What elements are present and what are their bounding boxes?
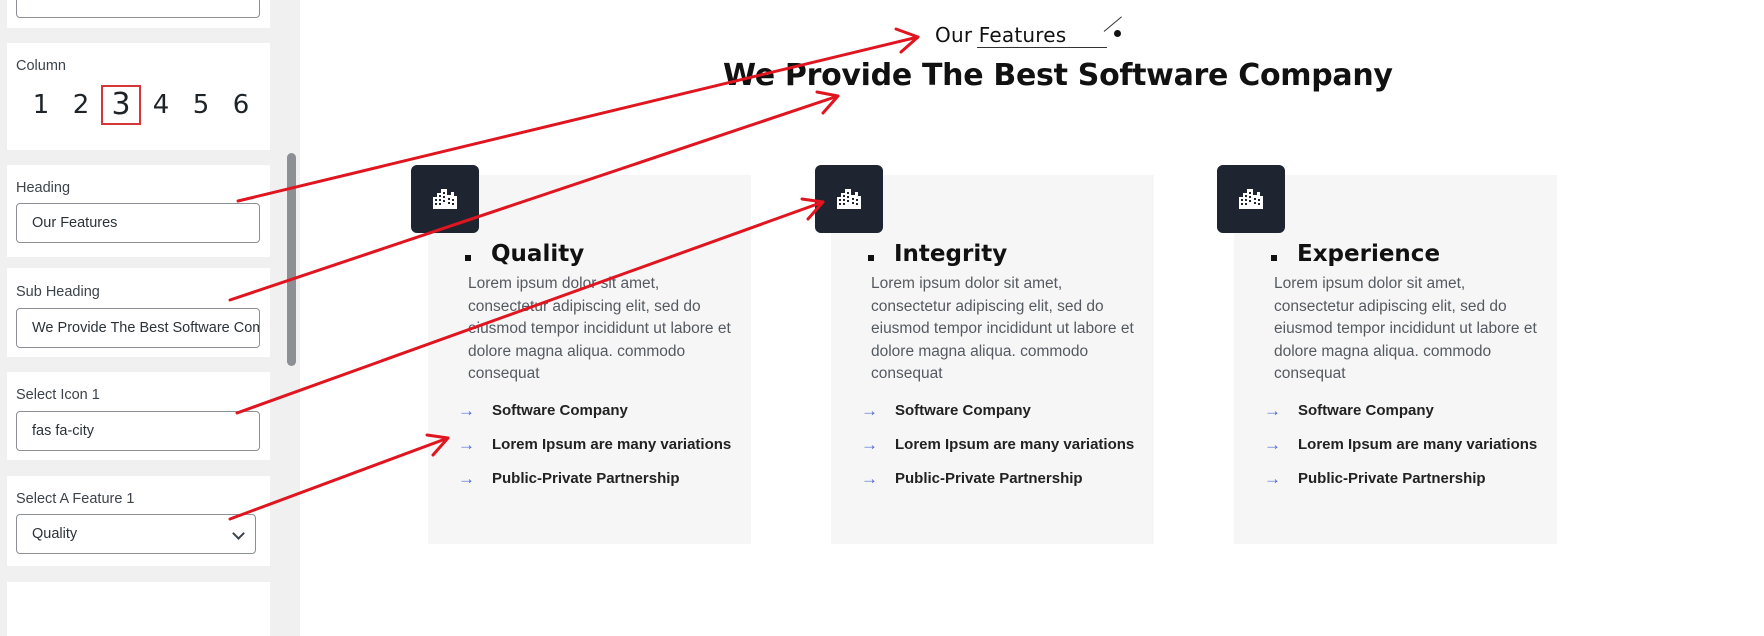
sub-heading-label: Sub Heading xyxy=(16,284,100,300)
feature-list-item: → Public-Private Partnership xyxy=(1264,469,1486,488)
scrollbar-thumb[interactable] xyxy=(287,153,296,366)
heading-label: Heading xyxy=(16,180,71,196)
feature-list-item: → Public-Private Partnership xyxy=(458,469,680,488)
title-bullet xyxy=(1271,255,1277,261)
column-selector: 1 2 3 4 5 6 xyxy=(21,85,261,125)
feature-list-item: → Public-Private Partnership xyxy=(861,469,1083,488)
feature-list-item: → Lorem Ipsum are many variations xyxy=(1264,435,1538,454)
title-bullet xyxy=(465,255,471,261)
select-feature-1-dropdown[interactable]: Quality xyxy=(16,514,256,554)
column-option-6[interactable]: 6 xyxy=(221,85,261,125)
select-feature-1-value: Quality xyxy=(32,526,78,542)
select-icon-1-label: Select Icon 1 xyxy=(16,387,100,403)
column-label: Column xyxy=(16,58,66,74)
column-option-5[interactable]: 5 xyxy=(181,85,221,125)
partial-field[interactable] xyxy=(16,0,260,18)
arrow-right-icon: → xyxy=(458,469,475,488)
sub-heading-input[interactable]: We Provide The Best Software Company xyxy=(16,308,260,348)
feature-description: Lorem ipsum dolor sit amet, consectetur … xyxy=(1274,275,1537,383)
feature-list: → Software Company → Lorem Ipsum are many … xyxy=(1264,399,1544,501)
feature-title: Quality xyxy=(491,241,585,267)
chevron-down-icon xyxy=(232,527,245,540)
settings-card-top xyxy=(7,0,270,28)
select-feature-1-card: Select A Feature 1 Quality xyxy=(7,476,270,566)
arrow-right-icon: → xyxy=(861,401,878,420)
settings-card-bottom xyxy=(7,582,270,636)
feature-list-item: → Lorem Ipsum are many variations xyxy=(861,435,1135,454)
arrow-right-icon: → xyxy=(861,469,878,488)
feature-list-item: → Software Company xyxy=(1264,401,1434,420)
column-option-4[interactable]: 4 xyxy=(141,85,181,125)
arrow-right-icon: → xyxy=(1264,469,1281,488)
section-heading: Our Features xyxy=(935,23,1067,47)
city-icon xyxy=(815,165,883,233)
city-icon xyxy=(411,165,479,233)
feature-list-item: → Software Company xyxy=(861,401,1031,420)
select-icon-1-card: Select Icon 1 fas fa-city xyxy=(7,372,270,460)
city-icon xyxy=(1217,165,1285,233)
sub-heading-card: Sub Heading We Provide The Best Software… xyxy=(7,268,270,357)
column-option-2[interactable]: 2 xyxy=(61,85,101,125)
column-card: Column 1 2 3 4 5 6 xyxy=(7,43,270,150)
heading-card: Heading Our Features xyxy=(7,165,270,257)
feature-description: Lorem ipsum dolor sit amet, consectetur … xyxy=(871,275,1134,383)
arrow-right-icon: → xyxy=(1264,401,1281,420)
select-icon-1-input[interactable]: fas fa-city xyxy=(16,411,260,451)
feature-list: → Software Company → Lorem Ipsum are many … xyxy=(458,399,738,501)
feature-list-item: → Lorem Ipsum are many variations xyxy=(458,435,732,454)
section-sub-heading: We Provide The Best Software Company xyxy=(723,58,1393,93)
select-feature-1-label: Select A Feature 1 xyxy=(16,491,135,507)
feature-title: Experience xyxy=(1297,241,1441,267)
column-option-3-selected[interactable]: 3 xyxy=(101,85,141,125)
arrow-right-icon: → xyxy=(458,435,475,454)
title-bullet xyxy=(868,255,874,261)
feature-section-preview: Our Features We Provide The Best Softwar… xyxy=(301,0,1764,636)
heading-underline-dot xyxy=(1114,30,1121,37)
feature-description: Lorem ipsum dolor sit amet, consectetur … xyxy=(468,275,731,383)
column-option-1[interactable]: 1 xyxy=(21,85,61,125)
feature-title: Integrity xyxy=(894,241,1008,267)
feature-list: → Software Company → Lorem Ipsum are many … xyxy=(861,399,1141,501)
feature-list-item: → Software Company xyxy=(458,401,628,420)
heading-input[interactable]: Our Features xyxy=(16,203,260,243)
heading-underline xyxy=(977,47,1107,48)
settings-panel: Column 1 2 3 4 5 6 Heading Our Features … xyxy=(0,0,300,636)
arrow-right-icon: → xyxy=(861,435,878,454)
arrow-right-icon: → xyxy=(458,401,475,420)
arrow-right-icon: → xyxy=(1264,435,1281,454)
